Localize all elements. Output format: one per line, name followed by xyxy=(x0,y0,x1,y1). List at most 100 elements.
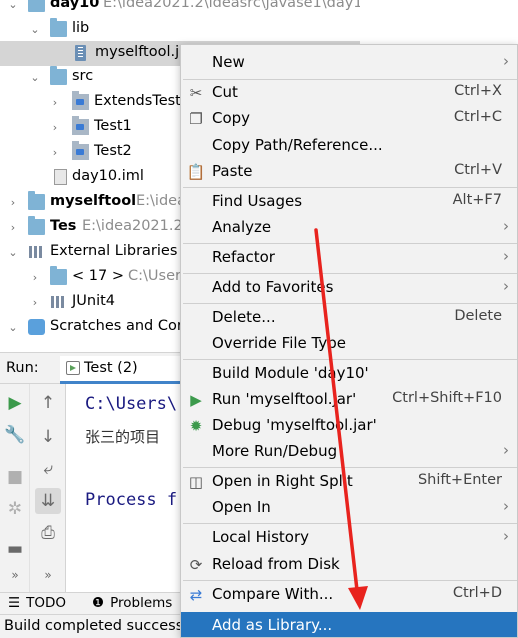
menu-item-copy-path[interactable]: Copy Path/Reference... xyxy=(181,133,517,159)
menu-item-refactor[interactable]: Refactor › xyxy=(181,245,517,271)
menu-item-new[interactable]: New › xyxy=(181,50,517,76)
arrow-down-icon[interactable]: ↓ xyxy=(35,424,61,450)
print-icon[interactable]: ⎙ xyxy=(35,520,61,546)
module-folder-icon xyxy=(28,216,45,235)
menu-separator xyxy=(183,187,517,188)
menu-item-label: Find Usages xyxy=(212,192,303,210)
tree-node-day10[interactable]: ⌄ day10 E:\idea2021.2\ideasrc\javase1\da… xyxy=(0,0,360,17)
package-icon xyxy=(72,116,89,135)
menu-item-build-module[interactable]: Build Module 'day10' xyxy=(181,361,517,387)
chevron-down-icon[interactable]: ⌄ xyxy=(28,65,42,90)
menu-item-shortcut: Alt+F7 xyxy=(452,192,502,208)
package-icon xyxy=(72,91,89,110)
tree-node-label: Tes xyxy=(50,218,77,234)
tab-run-test[interactable]: Test (2) xyxy=(60,356,190,384)
soft-wrap-icon[interactable]: ⤶ xyxy=(35,456,61,482)
stop-icon[interactable]: ■ xyxy=(2,464,28,490)
wrench-icon[interactable]: 🔧 xyxy=(2,422,28,448)
menu-item-shortcut: Ctrl+Shift+F10 xyxy=(392,390,502,406)
menu-item-find-usages[interactable]: Find Usages Alt+F7 xyxy=(181,189,517,215)
menu-item-debug[interactable]: ✹ Debug 'myselftool.jar' xyxy=(181,413,517,439)
menu-item-copy[interactable]: ❐ Copy Ctrl+C xyxy=(181,106,517,132)
menu-item-label: Copy Path/Reference... xyxy=(212,136,383,154)
problems-tool-button[interactable]: ❶ Problems xyxy=(92,595,172,611)
menu-item-add-as-library[interactable]: Add as Library... xyxy=(181,612,517,637)
menu-item-cut[interactable]: ✂ Cut Ctrl+X xyxy=(181,80,517,106)
arrow-up-icon[interactable]: ↑ xyxy=(35,390,61,416)
menu-item-shortcut: Ctrl+V xyxy=(454,162,502,178)
chevron-right-icon[interactable]: › xyxy=(6,215,20,240)
split-icon: ◫ xyxy=(188,473,204,491)
scissors-icon: ✂ xyxy=(189,84,203,102)
menu-item-paste[interactable]: 📋 Paste Ctrl+V xyxy=(181,159,517,185)
menu-item-label: Cut xyxy=(212,83,238,101)
menu-item-delete[interactable]: Delete... Delete xyxy=(181,305,517,331)
scroll-to-end-icon[interactable]: ⇊ xyxy=(35,488,61,514)
menu-item-override-file-type[interactable]: Override File Type xyxy=(181,331,517,357)
menu-item-label: Analyze xyxy=(212,218,272,236)
menu-item-label: Copy xyxy=(212,109,251,127)
chevron-right-icon[interactable]: › xyxy=(48,90,62,115)
paste-icon: 📋 xyxy=(186,163,206,181)
chevron-down-icon[interactable]: ⌄ xyxy=(6,315,20,340)
chevron-right-icon[interactable]: › xyxy=(28,290,42,315)
menu-item-analyze[interactable]: Analyze › xyxy=(181,215,517,241)
tree-node-label: Test1 xyxy=(94,118,132,134)
tree-node-label: Test2 xyxy=(94,143,132,159)
chevron-down-icon[interactable]: ⌄ xyxy=(28,17,42,42)
chevron-down-icon[interactable]: ⌄ xyxy=(6,240,20,265)
gear-icon[interactable]: ✲ xyxy=(2,496,28,522)
folder-icon xyxy=(50,18,67,37)
menu-item-reload-from-disk[interactable]: ⟳ Reload from Disk xyxy=(181,552,517,578)
package-icon xyxy=(72,141,89,160)
menu-item-local-history[interactable]: Local History › xyxy=(181,525,517,551)
rerun-icon[interactable]: ▶ xyxy=(2,390,28,416)
menu-item-label: Build Module 'day10' xyxy=(212,364,369,382)
menu-item-label: New xyxy=(212,53,245,71)
menu-item-label: Open In xyxy=(212,498,271,516)
chevron-right-icon: › xyxy=(503,52,509,70)
chevron-right-icon[interactable]: › xyxy=(6,190,20,215)
chevron-right-icon[interactable]: › xyxy=(48,115,62,140)
menu-item-label: Delete... xyxy=(212,308,276,326)
tree-node-label: day10.iml xyxy=(72,168,144,184)
chevron-right-icon: › xyxy=(503,441,509,459)
more-icon[interactable]: » xyxy=(35,562,61,588)
menu-item-add-to-favorites[interactable]: Add to Favorites › xyxy=(181,275,517,301)
more-icon[interactable]: » xyxy=(2,562,28,588)
menu-separator xyxy=(183,359,517,360)
tree-node-label: day10 xyxy=(50,0,100,11)
menu-item-run[interactable]: ▶ Run 'myselftool.jar' Ctrl+Shift+F10 xyxy=(181,387,517,413)
menu-item-label: Debug 'myselftool.jar' xyxy=(212,416,377,434)
run-toolbar-right: ↑ ↓ ⤶ ⇊ ⎙ » xyxy=(30,384,66,592)
chevron-right-icon[interactable]: › xyxy=(28,265,42,290)
menu-item-label: Run 'myselftool.jar' xyxy=(212,390,357,408)
menu-item-shortcut: Ctrl+D xyxy=(452,585,502,601)
jdk-folder-icon xyxy=(50,266,67,285)
run-toolbar-left: ▶ 🔧 ■ ✲ ▬ » xyxy=(0,384,30,592)
source-folder-icon xyxy=(50,66,67,85)
debug-icon: ✹ xyxy=(189,417,203,435)
tree-node-label: ExtendsTest xyxy=(94,93,181,109)
tree-node-lib[interactable]: ⌄ lib xyxy=(0,17,360,42)
layout-icon[interactable]: ▬ xyxy=(2,536,28,562)
todo-icon: ☰ xyxy=(8,595,21,611)
menu-item-shortcut: Shift+Enter xyxy=(417,472,502,488)
tree-node-label: JUnit4 xyxy=(72,293,116,309)
library-icon xyxy=(50,294,66,310)
menu-item-label: Open in Right Split xyxy=(212,472,353,490)
menu-item-label: Compare With... xyxy=(212,585,334,603)
menu-item-open-in[interactable]: Open In › xyxy=(181,495,517,521)
context-menu: New › ✂ Cut Ctrl+X ❐ Copy Ctrl+C Copy Pa… xyxy=(180,44,518,638)
tree-node-label: Scratches and Cor xyxy=(50,318,183,334)
menu-item-compare-with[interactable]: ⇄ Compare With... Ctrl+D xyxy=(181,582,517,608)
menu-item-more-run-debug[interactable]: More Run/Debug › xyxy=(181,439,517,465)
chevron-right-icon[interactable]: › xyxy=(48,140,62,165)
menu-item-open-right-split[interactable]: ◫ Open in Right Split Shift+Enter xyxy=(181,469,517,495)
console-line: 张三的项目 xyxy=(85,428,161,446)
chevron-down-icon[interactable]: ⌄ xyxy=(6,0,20,17)
menu-separator xyxy=(183,523,517,524)
todo-tool-button[interactable]: ☰ TODO xyxy=(8,595,66,611)
menu-item-label: More Run/Debug xyxy=(212,442,338,460)
reload-icon: ⟳ xyxy=(189,556,203,574)
